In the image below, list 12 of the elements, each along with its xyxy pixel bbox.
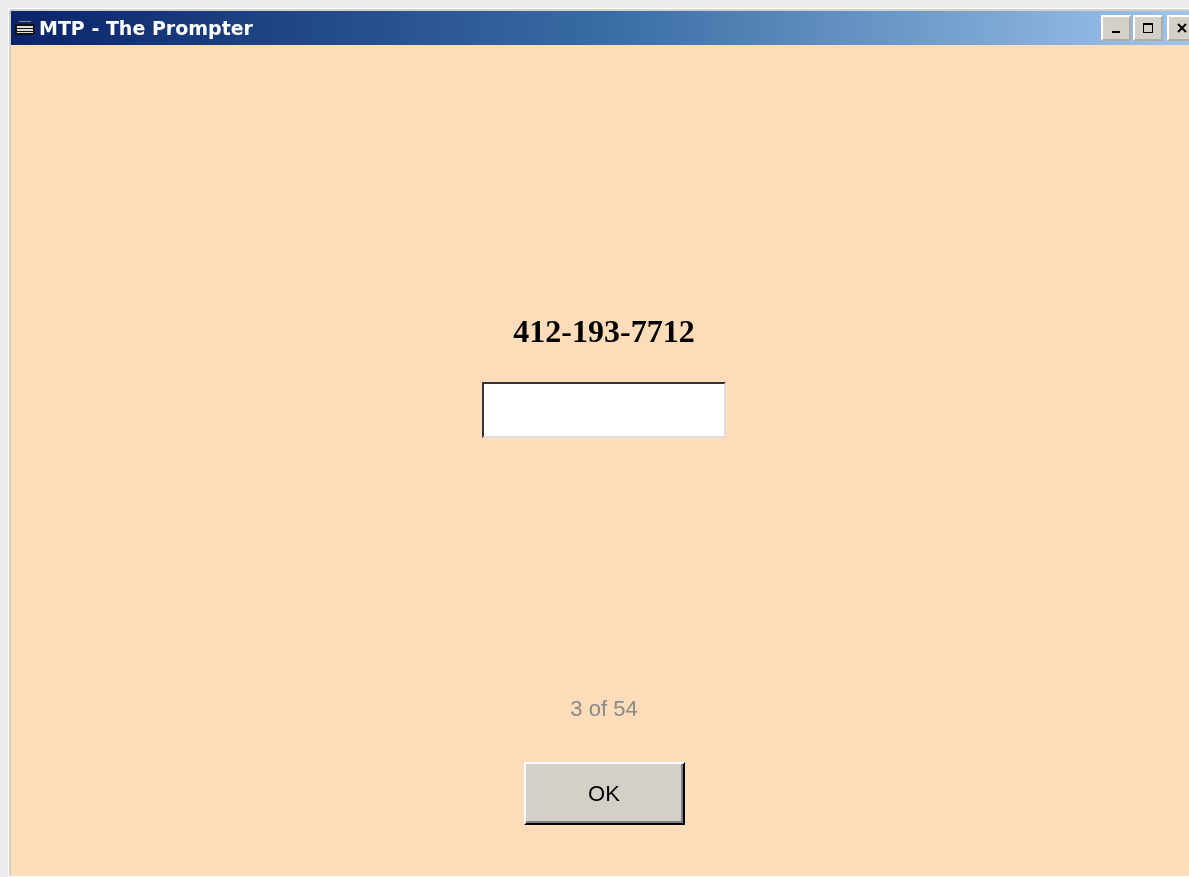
maximize-button[interactable] — [1133, 15, 1163, 41]
close-button[interactable] — [1167, 15, 1189, 41]
prompt-text: 412-193-7712 — [513, 313, 695, 350]
close-icon — [1177, 23, 1187, 33]
minimize-button[interactable] — [1101, 15, 1131, 41]
window-title: MTP - The Prompter — [39, 17, 253, 39]
progress-counter: 3 of 54 — [570, 696, 638, 722]
keyboard-icon — [14, 20, 36, 36]
answer-field[interactable] — [482, 382, 726, 438]
maximize-icon — [1143, 23, 1153, 33]
ok-button[interactable]: OK — [523, 762, 685, 825]
minimize-icon — [1112, 31, 1120, 33]
